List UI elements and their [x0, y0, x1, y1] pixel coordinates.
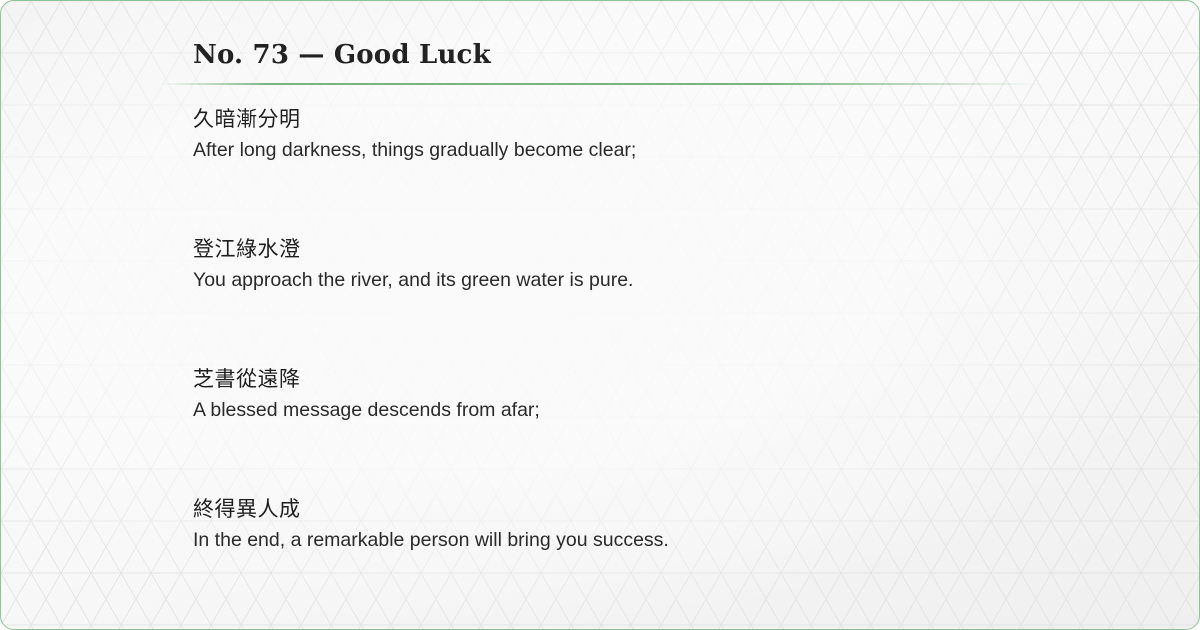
- verse-english: You approach the river, and its green wa…: [193, 269, 634, 291]
- verse-chinese: 登江綠水澄: [193, 237, 301, 261]
- verse-3: 芝書從遠降 A blessed message descends from af…: [193, 363, 540, 425]
- verse-2: 登江綠水澄 You approach the river, and its gr…: [193, 233, 633, 295]
- card-header: No. 73 — Good Luck: [193, 35, 1053, 75]
- fortune-card: No. 73 — Good Luck 久暗漸分明 After long dark…: [0, 0, 1200, 630]
- verse-english: In the end, a remarkable person will bri…: [193, 529, 669, 551]
- verse-chinese: 終得異人成: [193, 497, 301, 521]
- verse-1: 久暗漸分明 After long darkness, things gradua…: [193, 103, 636, 165]
- verse-english: After long darkness, things gradually be…: [193, 139, 637, 161]
- verse-english: A blessed message descends from afar;: [193, 399, 540, 421]
- verse-4: 終得異人成 In the end, a remarkable person wi…: [193, 493, 669, 555]
- verse-chinese: 芝書從遠降: [193, 367, 301, 391]
- card-title: No. 73 — Good Luck: [193, 40, 491, 70]
- verse-chinese: 久暗漸分明: [193, 107, 301, 131]
- title-divider: [161, 83, 1041, 85]
